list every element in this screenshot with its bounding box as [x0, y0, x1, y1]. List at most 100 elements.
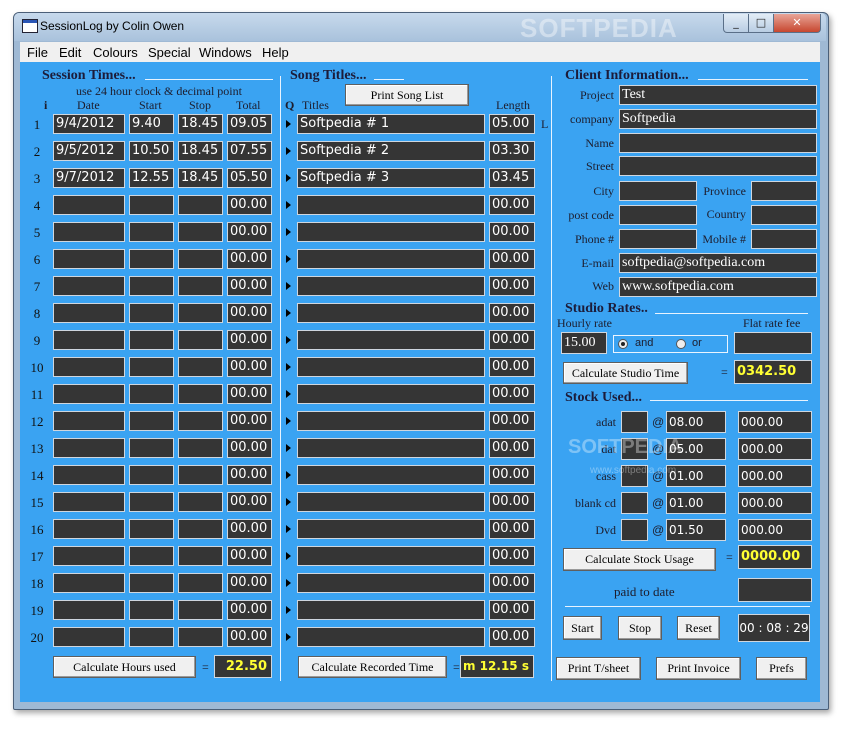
session-stop-field[interactable] — [178, 627, 223, 647]
song-length-field[interactable]: 03.30 — [489, 141, 535, 161]
session-stop-field[interactable] — [178, 600, 223, 620]
stock-qty-field[interactable] — [621, 411, 648, 433]
song-title-field[interactable] — [297, 384, 485, 404]
session-start-field[interactable] — [129, 411, 174, 431]
menu-help[interactable]: Help — [262, 45, 289, 60]
song-length-field[interactable]: 03.45 — [489, 168, 535, 188]
session-stop-field[interactable] — [178, 438, 223, 458]
calculate-recorded-time-button[interactable]: Calculate Recorded Time — [298, 656, 447, 678]
session-start-field[interactable] — [129, 222, 174, 242]
print-song-list-button[interactable]: Print Song List — [345, 84, 469, 106]
prefs-button[interactable]: Prefs — [756, 657, 807, 680]
stock-price-field[interactable]: 01.50 — [666, 519, 726, 541]
paid-to-date-field[interactable] — [738, 578, 812, 602]
country-field[interactable] — [751, 205, 817, 225]
stock-qty-field[interactable] — [621, 519, 648, 541]
play-arrow-icon[interactable] — [286, 282, 291, 290]
song-length-field[interactable]: 00.00 — [489, 492, 535, 512]
play-arrow-icon[interactable] — [286, 633, 291, 641]
song-length-field[interactable]: 00.00 — [489, 357, 535, 377]
song-length-field[interactable]: 00.00 — [489, 573, 535, 593]
song-title-field[interactable] — [297, 303, 485, 323]
hourly-rate-field[interactable]: 15.00 — [561, 332, 607, 354]
session-start-field[interactable] — [129, 519, 174, 539]
session-date-field[interactable] — [53, 276, 125, 296]
song-title-field[interactable] — [297, 249, 485, 269]
play-arrow-icon[interactable] — [286, 471, 291, 479]
song-title-field[interactable] — [297, 627, 485, 647]
session-date-field[interactable] — [53, 546, 125, 566]
session-date-field[interactable] — [53, 330, 125, 350]
street-field[interactable] — [619, 156, 817, 176]
city-field[interactable] — [619, 181, 697, 201]
session-start-field[interactable] — [129, 303, 174, 323]
play-arrow-icon[interactable] — [286, 417, 291, 425]
calculate-studio-time-button[interactable]: Calculate Studio Time — [563, 362, 688, 384]
session-date-field[interactable] — [53, 438, 125, 458]
play-arrow-icon[interactable] — [286, 525, 291, 533]
song-title-field[interactable] — [297, 411, 485, 431]
play-arrow-icon[interactable] — [286, 255, 291, 263]
postcode-field[interactable] — [619, 205, 697, 225]
session-stop-field[interactable] — [178, 357, 223, 377]
song-title-field[interactable] — [297, 276, 485, 296]
song-length-field[interactable]: 00.00 — [489, 303, 535, 323]
song-length-field[interactable]: 00.00 — [489, 411, 535, 431]
session-date-field[interactable] — [53, 384, 125, 404]
play-arrow-icon[interactable] — [286, 498, 291, 506]
song-title-field[interactable] — [297, 573, 485, 593]
song-title-field[interactable] — [297, 546, 485, 566]
play-arrow-icon[interactable] — [286, 444, 291, 452]
company-field[interactable]: Softpedia — [619, 109, 817, 129]
play-arrow-icon[interactable] — [286, 174, 291, 182]
print-tsheet-button[interactable]: Print T/sheet — [556, 657, 641, 680]
session-date-field[interactable]: 9/4/2012 — [53, 114, 125, 134]
song-title-field[interactable] — [297, 357, 485, 377]
stock-qty-field[interactable] — [621, 492, 648, 514]
session-start-field[interactable]: 12.55 — [129, 168, 174, 188]
song-length-field[interactable]: 00.00 — [489, 276, 535, 296]
timer-start-button[interactable]: Start — [563, 616, 602, 640]
song-title-field[interactable] — [297, 600, 485, 620]
song-length-field[interactable]: 00.00 — [489, 519, 535, 539]
session-stop-field[interactable] — [178, 573, 223, 593]
song-title-field[interactable] — [297, 492, 485, 512]
session-start-field[interactable] — [129, 249, 174, 269]
timer-reset-button[interactable]: Reset — [677, 616, 720, 640]
print-invoice-button[interactable]: Print Invoice — [656, 657, 741, 680]
session-stop-field[interactable]: 18.45 — [178, 141, 223, 161]
song-title-field[interactable] — [297, 519, 485, 539]
session-date-field[interactable] — [53, 627, 125, 647]
song-length-field[interactable]: 00.00 — [489, 249, 535, 269]
song-title-field[interactable] — [297, 195, 485, 215]
play-arrow-icon[interactable] — [286, 363, 291, 371]
session-stop-field[interactable] — [178, 465, 223, 485]
session-start-field[interactable] — [129, 492, 174, 512]
session-stop-field[interactable] — [178, 330, 223, 350]
session-start-field[interactable] — [129, 600, 174, 620]
menu-file[interactable]: File — [27, 45, 48, 60]
play-arrow-icon[interactable] — [286, 309, 291, 317]
song-length-field[interactable]: 00.00 — [489, 600, 535, 620]
session-start-field[interactable] — [129, 195, 174, 215]
session-stop-field[interactable] — [178, 222, 223, 242]
song-title-field[interactable]: Softpedia # 1 — [297, 114, 485, 134]
session-start-field[interactable] — [129, 438, 174, 458]
session-date-field[interactable] — [53, 492, 125, 512]
calculate-stock-usage-button[interactable]: Calculate Stock Usage — [563, 548, 716, 571]
song-length-field[interactable]: 00.00 — [489, 546, 535, 566]
and-radio[interactable] — [618, 339, 628, 349]
song-title-field[interactable] — [297, 465, 485, 485]
session-date-field[interactable] — [53, 249, 125, 269]
song-length-field[interactable]: 00.00 — [489, 195, 535, 215]
session-start-field[interactable] — [129, 276, 174, 296]
session-date-field[interactable] — [53, 600, 125, 620]
session-start-field[interactable] — [129, 465, 174, 485]
menu-special[interactable]: Special — [148, 45, 191, 60]
session-stop-field[interactable] — [178, 384, 223, 404]
flat-rate-field[interactable] — [734, 332, 812, 354]
play-arrow-icon[interactable] — [286, 336, 291, 344]
session-start-field[interactable] — [129, 546, 174, 566]
song-title-field[interactable]: Softpedia # 3 — [297, 168, 485, 188]
email-field[interactable]: softpedia@softpedia.com — [619, 253, 817, 273]
